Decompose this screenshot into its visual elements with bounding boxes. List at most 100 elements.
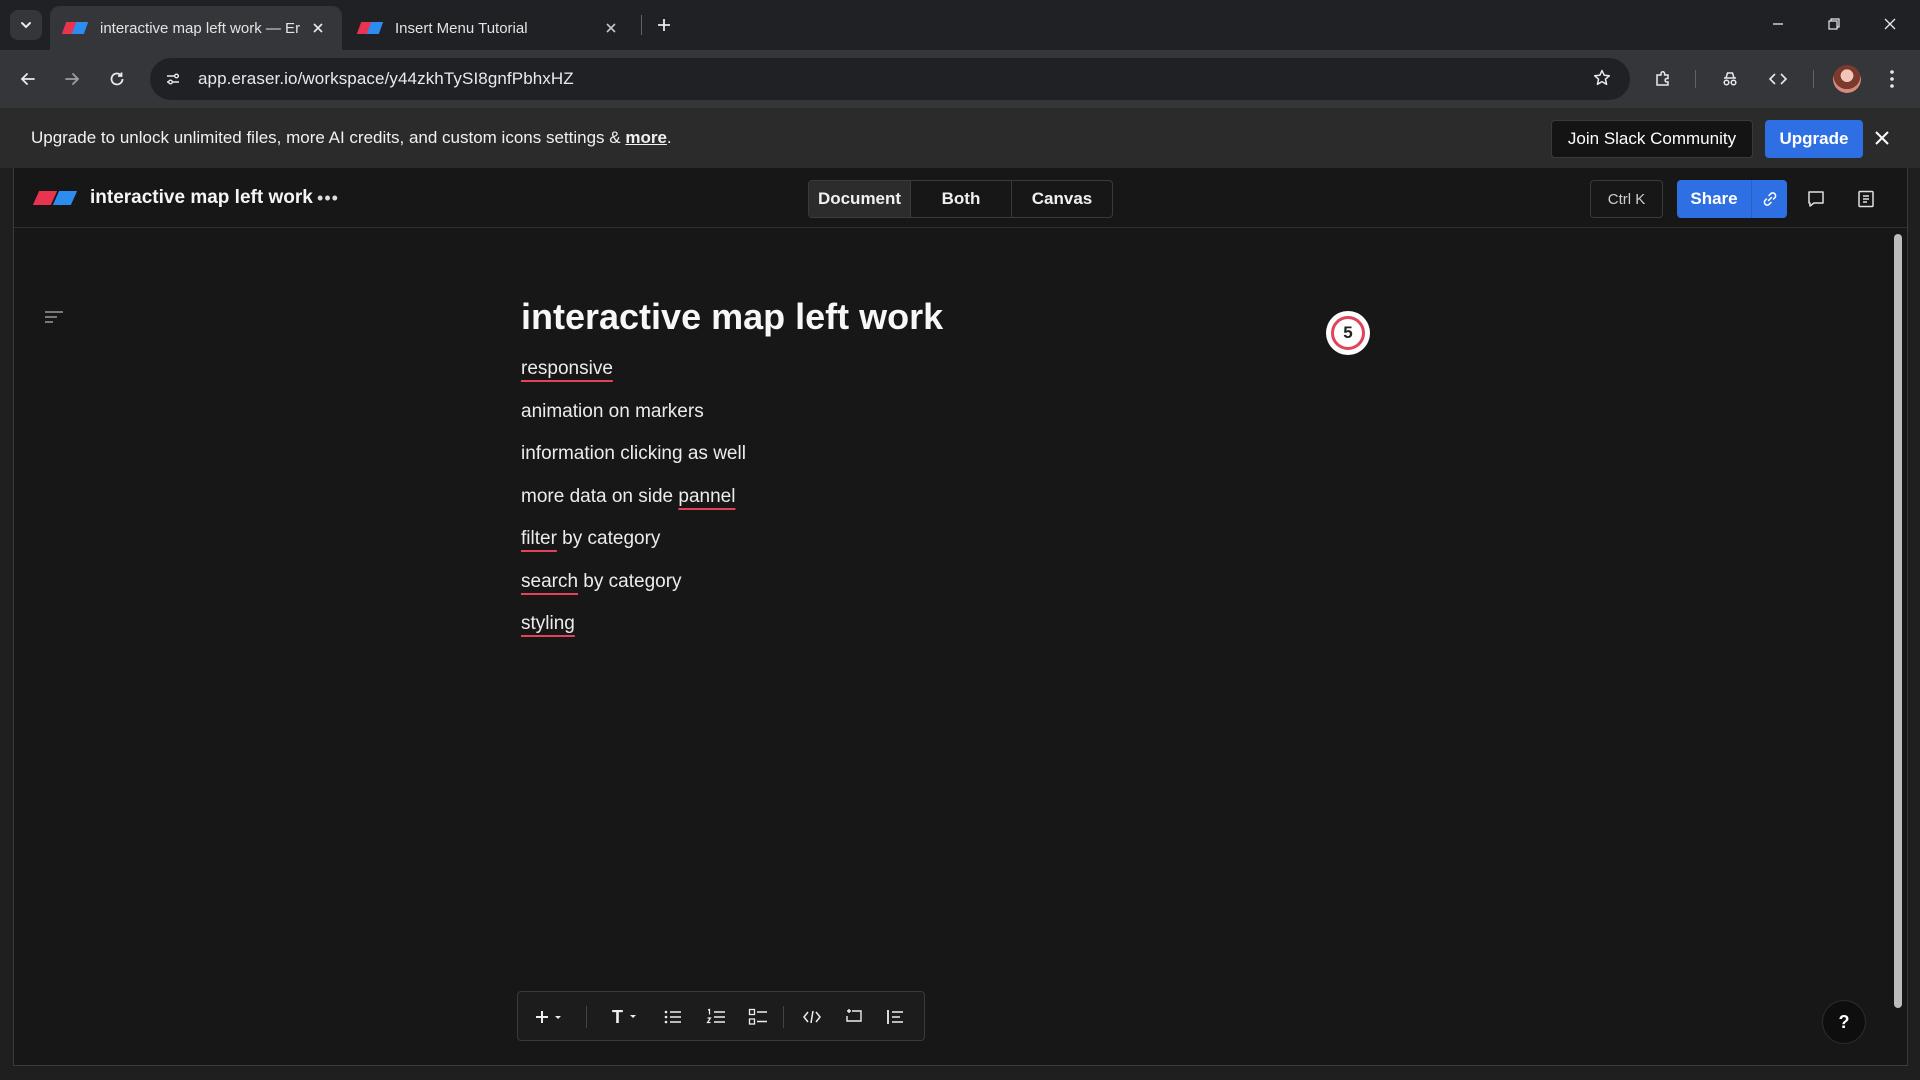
plus-icon [536, 1011, 561, 1023]
tab-search-button[interactable] [10, 10, 42, 40]
badge-count: 5 [1331, 316, 1365, 350]
help-button[interactable]: ? [1822, 1000, 1866, 1044]
line-rest: by category [578, 571, 682, 592]
restore-button[interactable] [1806, 0, 1862, 48]
incognito-button[interactable] [1714, 63, 1746, 95]
scrollbar[interactable] [1894, 234, 1902, 1008]
share-button-group: Share [1677, 180, 1787, 218]
file-more-button[interactable]: ••• [314, 186, 342, 210]
new-tab-button[interactable] [650, 10, 678, 40]
line-text: information clicking as well [521, 443, 746, 464]
banner-message: Upgrade to unlock unlimited files, more … [31, 128, 672, 148]
command-palette-button[interactable]: Ctrl K [1590, 180, 1663, 218]
text-style-button[interactable]: T [608, 1002, 642, 1032]
misspelled-word[interactable]: search [521, 571, 578, 592]
tab-active[interactable]: interactive map left work — Era [50, 6, 342, 50]
restore-icon [1828, 18, 1840, 30]
doc-line[interactable]: search by category [521, 571, 682, 593]
tab-close-icon[interactable] [308, 18, 328, 38]
embed-icon [846, 1009, 862, 1022]
browser-tab-bar: interactive map left work — Era Insert M… [0, 0, 1920, 50]
bullet-list-button[interactable] [658, 1002, 688, 1032]
minimize-button[interactable] [1750, 0, 1806, 48]
doc-line[interactable]: information clicking as well [521, 443, 746, 465]
tab-divider [641, 15, 642, 35]
outline-toggle-icon[interactable] [42, 307, 66, 327]
devtools-button[interactable] [1762, 63, 1794, 95]
reload-icon [110, 72, 124, 86]
code-block-button[interactable] [797, 1002, 827, 1032]
plus-icon [658, 19, 670, 31]
arrow-left-icon [20, 73, 35, 85]
misspelled-word[interactable]: pannel [678, 486, 735, 507]
reload-button[interactable] [101, 63, 133, 95]
copy-link-icon[interactable] [1752, 180, 1787, 218]
misspelled-word[interactable]: filter [521, 528, 557, 549]
format-toolbar: T [517, 991, 925, 1041]
numbered-list-icon [706, 1008, 725, 1024]
misspelled-word[interactable]: responsive [521, 358, 613, 379]
puzzle-icon [1656, 70, 1669, 86]
toolbar-divider [586, 1006, 587, 1028]
tab-close-icon[interactable] [601, 18, 621, 38]
toolbar-divider [1813, 70, 1814, 88]
embed-button[interactable] [839, 1002, 869, 1032]
upgrade-button[interactable]: Upgrade [1765, 120, 1863, 158]
tab-canvas[interactable]: Canvas [1012, 181, 1112, 217]
toolbar-divider [783, 1006, 784, 1028]
bookmark-star-icon[interactable] [1592, 68, 1612, 88]
doc-line[interactable]: animation on markers [521, 401, 704, 423]
toolbar-divider [1695, 70, 1696, 88]
bullet-list-icon [664, 1010, 681, 1024]
banner-more-link[interactable]: more [625, 128, 667, 147]
tab-document[interactable]: Document [809, 181, 911, 217]
close-window-button[interactable] [1862, 0, 1918, 48]
app-header: interactive map left work ••• Document B… [14, 168, 1907, 228]
checklist-button[interactable] [743, 1002, 773, 1032]
code-icon [803, 1010, 821, 1024]
join-slack-button[interactable]: Join Slack Community [1551, 120, 1753, 158]
chevron-down-icon [21, 22, 31, 29]
doc-line[interactable]: filter by category [521, 528, 660, 550]
spellcheck-count-badge[interactable]: 5 [1326, 311, 1370, 355]
comments-icon[interactable] [1801, 184, 1831, 214]
tab-inactive[interactable]: Insert Menu Tutorial [345, 6, 635, 50]
forward-button[interactable] [56, 63, 88, 95]
doc-line[interactable]: responsive [521, 358, 613, 380]
incognito-icon [1723, 72, 1737, 86]
quote-button[interactable] [880, 1002, 910, 1032]
numbered-list-button[interactable] [701, 1002, 731, 1032]
site-info-icon[interactable] [152, 58, 194, 100]
code-brackets-icon [1768, 73, 1788, 85]
extensions-button[interactable] [1647, 63, 1679, 95]
insert-button[interactable] [532, 1002, 566, 1032]
document-title[interactable]: interactive map left work [521, 296, 943, 338]
file-title[interactable]: interactive map left work [90, 187, 313, 209]
doc-line[interactable]: styling [521, 613, 575, 635]
text-style-icon: T [612, 1006, 623, 1027]
banner-text: Upgrade to unlock unlimited files, more … [31, 128, 626, 147]
banner-close-icon[interactable] [1870, 126, 1894, 150]
line-text: more data on side [521, 486, 679, 507]
doc-line[interactable]: more data on side pannel [521, 486, 735, 508]
share-button[interactable]: Share [1677, 189, 1751, 209]
browser-menu-button[interactable] [1876, 63, 1908, 95]
browser-toolbar: app.eraser.io/workspace/y44zkhTySI8gnfPb… [0, 50, 1920, 108]
arrow-right-icon [65, 73, 80, 85]
checklist-icon [748, 1008, 767, 1025]
url-text: app.eraser.io/workspace/y44zkhTySI8gnfPb… [198, 69, 574, 88]
address-bar[interactable]: app.eraser.io/workspace/y44zkhTySI8gnfPb… [150, 58, 1630, 100]
kebab-menu-icon [1890, 70, 1894, 88]
eraser-logo-icon[interactable] [32, 191, 78, 205]
chevron-down-icon [630, 1015, 636, 1018]
minimize-icon [1773, 23, 1783, 25]
upgrade-banner: Upgrade to unlock unlimited files, more … [0, 108, 1920, 168]
back-button[interactable] [12, 63, 44, 95]
profile-avatar[interactable] [1833, 65, 1861, 93]
tab-both[interactable]: Both [911, 181, 1012, 217]
line-text: animation on markers [521, 401, 704, 422]
history-panel-icon[interactable] [1851, 184, 1881, 214]
misspelled-word[interactable]: styling [521, 613, 575, 634]
tab-title: Insert Menu Tutorial [395, 19, 528, 37]
banner-text-end: . [666, 128, 672, 147]
